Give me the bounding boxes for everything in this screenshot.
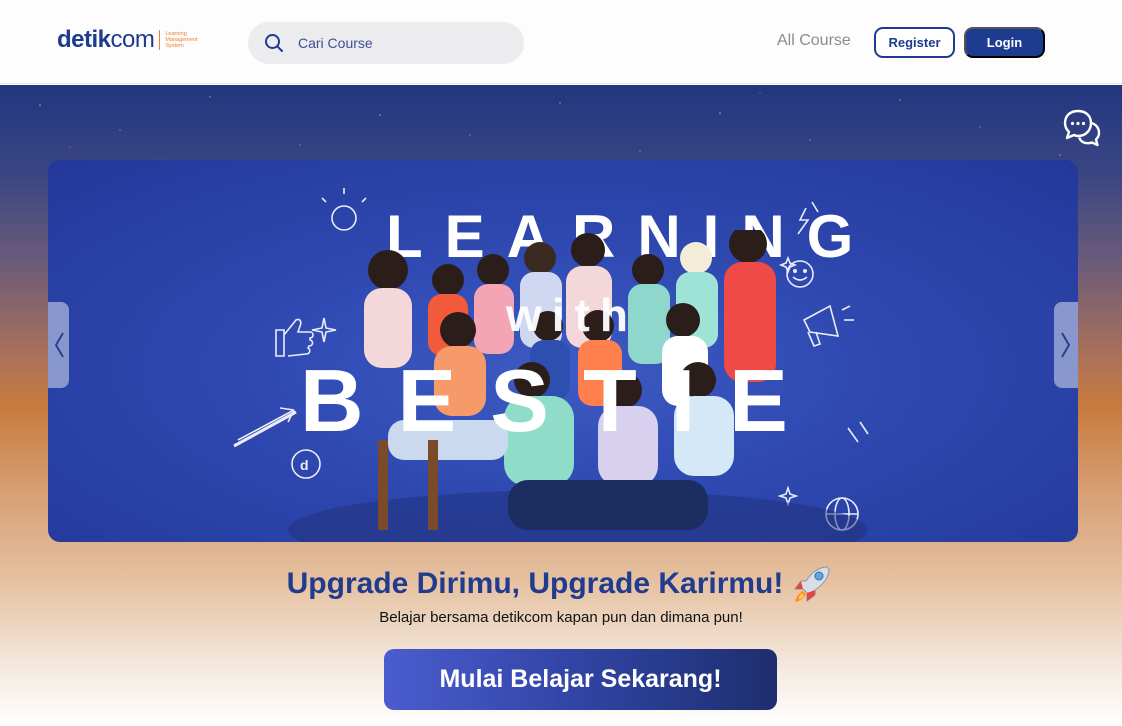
top-navbar: detikcom Learning Management System All …: [0, 0, 1122, 84]
carousel-prev-button[interactable]: [48, 302, 69, 388]
hero-headline-text: Upgrade Dirimu, Upgrade Karirmu!: [286, 567, 784, 600]
logo-wordmark: detikcom: [57, 26, 155, 53]
search-input[interactable]: [298, 22, 508, 64]
start-learning-button[interactable]: Mulai Belajar Sekarang!: [384, 649, 777, 710]
logo-divider: [159, 30, 161, 50]
detikcom-logo[interactable]: detikcom Learning Management System: [57, 26, 209, 54]
banner-title-bestie: BESTIE: [300, 351, 822, 450]
hero-subheadline: Belajar bersama detikcom kapan pun dan d…: [379, 609, 743, 626]
nav-all-course-link[interactable]: All Course: [777, 32, 851, 50]
banner-title-with: with: [506, 289, 638, 341]
carousel-next-button[interactable]: [1054, 302, 1078, 388]
rocket-icon: [794, 566, 830, 602]
login-button[interactable]: Login: [964, 27, 1045, 58]
chat-bubbles-icon[interactable]: [1062, 108, 1102, 148]
chevron-left-icon: [54, 332, 64, 358]
register-button[interactable]: Register: [874, 27, 955, 58]
logo-tagline: Learning Management System: [165, 31, 198, 49]
promo-banner[interactable]: d LEARNING with BESTIE: [48, 160, 1078, 542]
chevron-right-icon: [1061, 332, 1071, 358]
search-icon[interactable]: [264, 33, 284, 53]
hero-headline: Upgrade Dirimu, Upgrade Karirmu!: [0, 561, 1122, 607]
search-bar[interactable]: [248, 22, 524, 64]
